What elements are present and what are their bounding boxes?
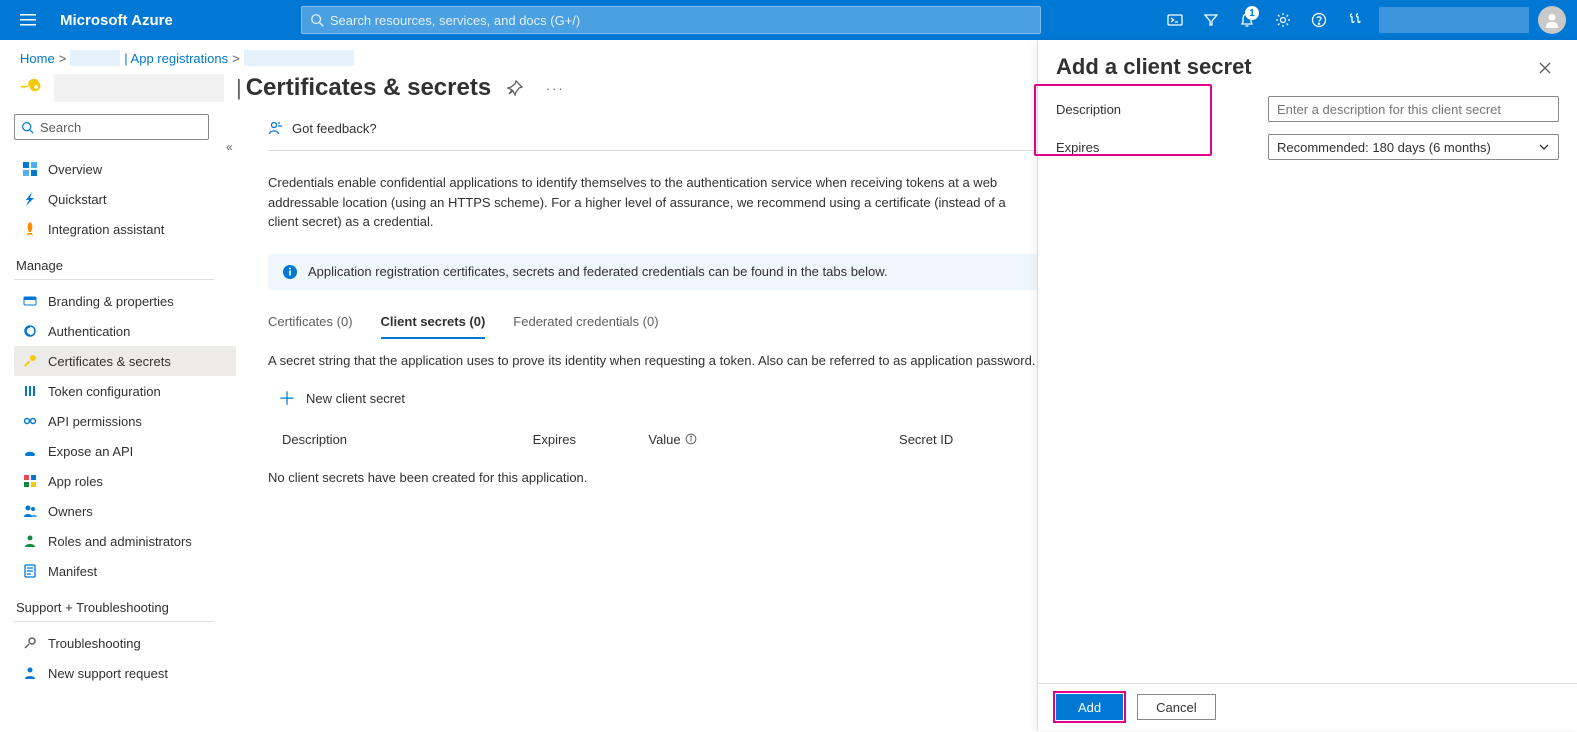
nav-branding[interactable]: Branding & properties [14,286,236,316]
breadcrumb-tenant-blank[interactable] [70,50,120,66]
nav-section-manage: Manage [14,244,236,275]
directories-button[interactable] [1193,0,1229,40]
column-value: Value [648,432,899,447]
expose-api-icon [22,443,38,459]
more-actions-button[interactable]: ··· [539,72,571,104]
new-client-secret-button[interactable]: ＋ New client secret [268,382,415,416]
plus-icon: ＋ [278,390,296,408]
column-expires: Expires [533,432,649,447]
support-icon [22,665,38,681]
owners-icon [22,503,38,519]
tab-federated-credentials[interactable]: Federated credentials (0) [513,314,658,339]
key-icon [20,76,42,101]
nav-section-support: Support + Troubleshooting [14,586,236,617]
global-search-placeholder: Search resources, services, and docs (G+… [330,13,580,28]
sidebar-search-input[interactable]: Search [14,114,209,140]
global-search-input[interactable]: Search resources, services, and docs (G+… [301,6,1041,34]
nav-quickstart[interactable]: Quickstart [14,184,236,214]
notifications-button[interactable]: 1 [1229,0,1265,40]
quickstart-icon [22,191,38,207]
brand-label[interactable]: Microsoft Azure [48,12,185,29]
empty-state-text: No client secrets have been created for … [268,456,1048,485]
cloud-shell-button[interactable] [1157,0,1193,40]
expires-field-label: Expires [1056,140,1256,155]
nav-manifest[interactable]: Manifest [14,556,236,586]
branding-icon [22,293,38,309]
authentication-icon [22,323,38,339]
token-icon [22,383,38,399]
info-icon [282,264,298,280]
hamburger-icon [20,12,36,28]
add-button[interactable]: Add [1056,694,1123,720]
key-icon [22,353,38,369]
cancel-button[interactable]: Cancel [1137,694,1215,720]
chevron-down-icon [1538,141,1550,153]
roles-admin-icon [22,533,38,549]
nav-authentication[interactable]: Authentication [14,316,236,346]
secrets-table: Description Expires Value Secret ID No c… [268,424,1048,485]
nav-integration-assistant[interactable]: Integration assistant [14,214,236,244]
credentials-description: Credentials enable confidential applicat… [268,151,1048,254]
app-roles-icon [22,473,38,489]
panel-title: Add a client secret [1056,54,1252,80]
help-button[interactable] [1301,0,1337,40]
manifest-icon [22,563,38,579]
app-name-blank [54,74,224,102]
overview-icon [22,161,38,177]
help-icon [1311,12,1327,28]
tab-client-secrets[interactable]: Client secrets (0) [381,314,486,339]
nav-owners[interactable]: Owners [14,496,236,526]
pin-button[interactable] [499,72,531,104]
feedback-button[interactable] [1337,0,1373,40]
breadcrumb-appreg[interactable]: | App registrations [124,51,228,66]
expires-selected-value: Recommended: 180 days (6 months) [1277,140,1491,155]
nav-expose-api[interactable]: Expose an API [14,436,236,466]
feedback-person-icon [268,120,284,136]
notifications-badge: 1 [1245,6,1259,20]
account-label-blank [1379,7,1529,33]
search-icon [21,121,34,134]
close-icon [1538,61,1552,75]
rocket-icon [22,221,38,237]
collapse-sidebar-button[interactable]: « [226,140,233,154]
settings-button[interactable] [1265,0,1301,40]
avatar-icon [1538,6,1566,34]
nav-troubleshooting[interactable]: Troubleshooting [14,628,236,658]
api-permissions-icon [22,413,38,429]
gear-icon [1275,12,1291,28]
pin-icon [507,80,523,96]
ellipsis-icon: ··· [546,81,565,96]
cloud-shell-icon [1167,12,1183,28]
info-banner-text: Application registration certificates, s… [308,264,888,279]
nav-api-permissions[interactable]: API permissions [14,406,236,436]
page-title: Certificates & secrets [246,74,491,102]
filter-icon [1203,12,1219,28]
breadcrumb-home[interactable]: Home [20,51,55,66]
troubleshooting-icon [22,635,38,651]
nav-roles-administrators[interactable]: Roles and administrators [14,526,236,556]
column-secret-id: Secret ID [899,432,1034,447]
nav-overview[interactable]: Overview [14,154,236,184]
hamburger-menu-button[interactable] [8,0,48,40]
nav-certificates-secrets[interactable]: Certificates & secrets [14,346,236,376]
description-input[interactable] [1268,96,1559,122]
nav-token-configuration[interactable]: Token configuration [14,376,236,406]
sidebar: Search « Overview Quickstart Integration… [0,108,240,732]
tab-certificates[interactable]: Certificates (0) [268,314,353,339]
info-icon[interactable] [685,433,697,445]
feedback-icon [1347,12,1363,28]
breadcrumb-app-blank[interactable] [244,50,354,66]
nav-app-roles[interactable]: App roles [14,466,236,496]
nav-new-support-request[interactable]: New support request [14,658,236,688]
column-description: Description [282,432,533,447]
expires-dropdown[interactable]: Recommended: 180 days (6 months) [1268,134,1559,160]
account-button[interactable] [1535,0,1569,40]
add-client-secret-panel: Add a client secret Description Expires … [1037,40,1577,730]
top-bar: Microsoft Azure Search resources, servic… [0,0,1577,40]
search-icon [310,13,324,27]
description-field-label: Description [1056,102,1256,117]
close-panel-button[interactable] [1531,54,1559,82]
